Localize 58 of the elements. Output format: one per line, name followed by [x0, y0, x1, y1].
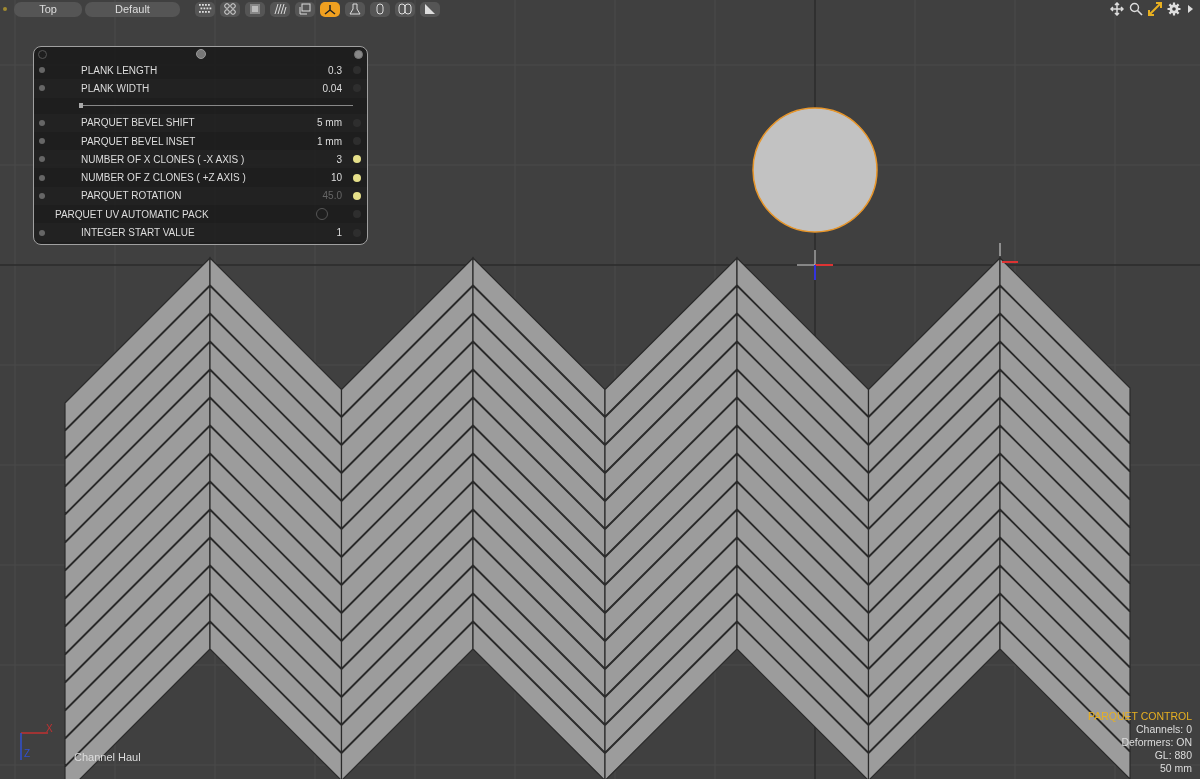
- toolbar-tool-button[interactable]: [370, 1, 390, 17]
- play-icon[interactable]: [1186, 2, 1194, 16]
- row-bullet-icon[interactable]: [39, 138, 45, 145]
- parameter-label: PARQUET ROTATION: [81, 190, 183, 202]
- row-bullet-icon[interactable]: [39, 119, 45, 126]
- parameter-label: NUMBER OF X CLONES ( -X AXIS ): [81, 153, 246, 165]
- parameter-value[interactable]: 3: [252, 153, 342, 165]
- parameter-label: PARQUET BEVEL SHIFT: [81, 117, 196, 129]
- panel-pin-icon[interactable]: [354, 49, 363, 59]
- frame-icon: [298, 3, 312, 15]
- square-icon: [248, 3, 262, 15]
- key-indicator[interactable]: [353, 173, 361, 182]
- toolbar-tool-button[interactable]: [345, 1, 365, 17]
- hud-line: GL: 880: [1153, 749, 1192, 762]
- toolbar-tool-button[interactable]: [320, 1, 340, 17]
- hud-line: Channels: 0: [1134, 723, 1192, 736]
- toolbar-tool-button[interactable]: [295, 1, 315, 17]
- toolbar-tool-button[interactable]: [420, 1, 440, 17]
- row-bullet-icon[interactable]: [39, 85, 45, 92]
- row-bullet-icon[interactable]: [39, 67, 45, 74]
- axis-gizmo-icon: [20, 732, 49, 761]
- view-button[interactable]: Top: [14, 1, 82, 17]
- expand-icon[interactable]: [1148, 2, 1162, 16]
- row-bullet-icon[interactable]: [39, 156, 45, 163]
- axis-label: X: [46, 723, 53, 734]
- axis-label: Z: [24, 748, 31, 759]
- parameter-label: PARQUET BEVEL INSET: [81, 135, 197, 147]
- axes-icon: [323, 3, 337, 15]
- parameter-label: PARQUET UV AUTOMATIC PACK: [54, 208, 210, 220]
- layout-button[interactable]: Default: [85, 1, 180, 17]
- panel-logo-icon: [195, 49, 206, 59]
- row-bullet-icon[interactable]: [39, 192, 45, 199]
- capsule-icon: [373, 3, 387, 15]
- toolbar-tool-button[interactable]: [395, 1, 415, 17]
- slider-thumb[interactable]: [79, 103, 83, 109]
- search-icon[interactable]: [1129, 2, 1143, 16]
- toolbar-tool-button[interactable]: [270, 1, 290, 17]
- triangle-icon: [423, 3, 437, 15]
- hud-line: 50 mm: [1158, 762, 1192, 775]
- settings-icon[interactable]: [1167, 2, 1181, 16]
- row-bullet-icon[interactable]: [39, 229, 45, 236]
- parameter-label: PLANK WIDTH: [81, 82, 151, 94]
- toolbar-tool-button[interactable]: [220, 1, 240, 17]
- move-icon[interactable]: [1110, 2, 1124, 16]
- parameter-value[interactable]: 10: [252, 172, 342, 184]
- parameter-value[interactable]: 1: [252, 227, 342, 238]
- toolbar-tool-button[interactable]: [245, 1, 265, 17]
- toolbar-tool-button[interactable]: [195, 1, 215, 17]
- parameter-value[interactable]: 5 mm: [252, 117, 342, 129]
- key-indicator[interactable]: [353, 155, 361, 164]
- row-bullet-icon[interactable]: [39, 174, 45, 181]
- parameter-value[interactable]: 0.3: [252, 64, 342, 76]
- parameter-label: INTEGER START VALUE: [81, 227, 196, 238]
- parameter-value[interactable]: 0.04: [252, 82, 342, 94]
- parameter-label: PLANK LENGTH: [81, 64, 159, 76]
- status-dot-icon: [3, 7, 7, 11]
- parameter-value[interactable]: 1 mm: [252, 135, 342, 147]
- parameter-label: NUMBER OF Z CLONES ( +Z AXIS ): [81, 172, 247, 184]
